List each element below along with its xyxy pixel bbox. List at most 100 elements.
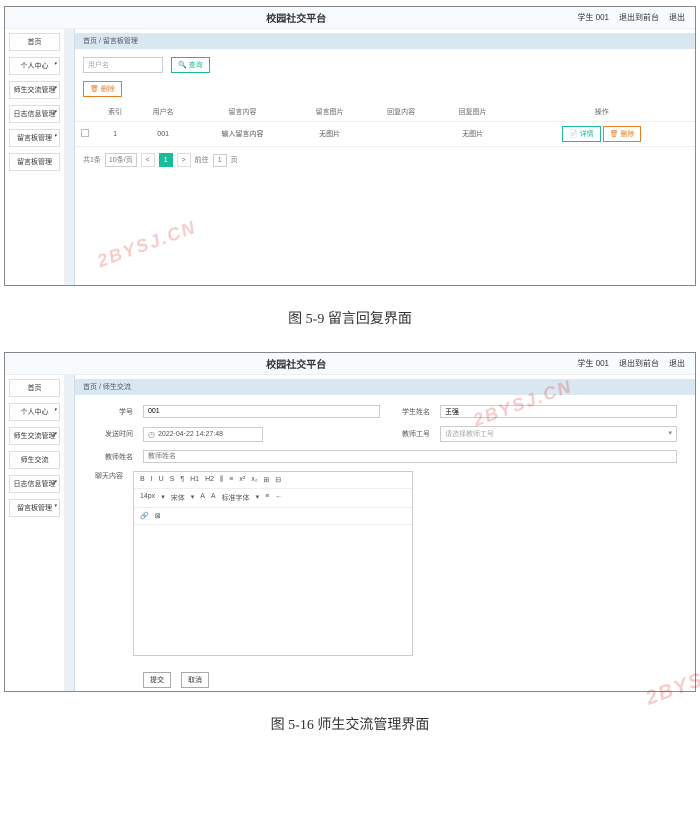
sidebar-item-home[interactable]: 首页	[9, 379, 60, 397]
exit-link[interactable]: 退出	[669, 12, 685, 23]
tb-underline[interactable]: U	[159, 476, 164, 484]
pager-goto-suf: 页	[231, 155, 238, 165]
search-button[interactable]: 🔍 查询	[171, 57, 210, 73]
tb-strike[interactable]: S	[170, 476, 175, 484]
col-msg: 留言内容	[191, 103, 294, 122]
delete-button[interactable]: 🗑 删除	[83, 81, 122, 97]
pager-goto-input[interactable]: 1	[213, 154, 227, 167]
content-area: 首页 / 师生交流 学号 学生姓名 发送时间 2022-04-22 14:27:…	[75, 353, 695, 691]
sidebar-item-log[interactable]: 日志信息管理	[9, 105, 60, 123]
label-content: 聊天内容	[93, 471, 133, 656]
sidebar-item-home[interactable]: 首页	[9, 33, 60, 51]
pager-goto-pre: 前往	[195, 155, 209, 165]
sidebar-item-board2[interactable]: 留言板管理	[9, 153, 60, 171]
tb-std-font[interactable]: 标准字体	[222, 493, 250, 503]
pager-size[interactable]: 10条/页	[105, 153, 137, 167]
figure-5-9: 校园社交平台 学生 001 退出到前台 退出 首页 个人中心 师生交流管理 日志…	[4, 6, 696, 286]
tb-image-icon[interactable]: ⊠	[155, 512, 161, 520]
row-checkbox[interactable]	[81, 129, 89, 137]
cell-msg: 输入留言内容	[191, 122, 294, 147]
search-input[interactable]: 用户名	[83, 57, 163, 73]
tb-sup[interactable]: x²	[239, 476, 245, 484]
tb-backcolor[interactable]: A	[211, 493, 216, 503]
app-title: 校园社交平台	[15, 10, 577, 25]
tb-sub[interactable]: x₂	[251, 476, 257, 484]
message-table: 索引 用户名 留言内容 留言图片 回复内容 回复图片 操作 1 001 输入留言…	[75, 103, 695, 147]
tb-p[interactable]: ¶	[180, 476, 184, 484]
label-sid: 学号	[93, 407, 133, 417]
sidebar-item-chat[interactable]: 师生交流管理	[9, 81, 60, 99]
tb-h2[interactable]: H2	[205, 476, 214, 484]
cell-index: 1	[95, 122, 135, 147]
tb-indent-in[interactable]: ⊞	[263, 476, 269, 484]
col-img: 留言图片	[294, 103, 366, 122]
cell-user: 001	[135, 122, 191, 147]
tb-h1[interactable]: H1	[190, 476, 199, 484]
col-index: 索引	[95, 103, 135, 122]
logout-link[interactable]: 退出到前台	[619, 12, 659, 23]
sidebar-item-profile[interactable]: 个人中心	[9, 57, 60, 75]
input-sname[interactable]	[440, 405, 677, 418]
tb-forecolor[interactable]: A	[200, 493, 205, 503]
tb-fontsize[interactable]: 14px	[140, 493, 155, 503]
breadcrumb: 首页 / 师生交流	[75, 379, 695, 395]
logout-link[interactable]: 退出到前台	[619, 358, 659, 369]
tb-justify[interactable]: ≡	[265, 493, 269, 503]
pager-prev[interactable]: <	[141, 153, 155, 167]
col-rimg: 回复图片	[437, 103, 509, 122]
label-tid: 教师工号	[390, 429, 430, 439]
col-actions: 操作	[508, 103, 695, 122]
select-tid[interactable]: 请选择教师工号	[440, 426, 677, 442]
table-row: 1 001 输入留言内容 无图片 无图片 📄 详情 🗑 删除	[75, 122, 695, 147]
submit-button[interactable]: 提交	[143, 672, 171, 688]
tb-fontfamily[interactable]: 宋体	[171, 493, 185, 503]
input-time[interactable]: 2022-04-22 14:27:48	[143, 427, 263, 442]
sidebar-item-profile[interactable]: 个人中心	[9, 403, 60, 421]
sidebar-item-board[interactable]: 留言板管理	[9, 499, 60, 517]
sidebar: 首页 个人中心 师生交流管理 日志信息管理 留言板管理 留言板管理	[5, 7, 65, 285]
cell-img: 无图片	[294, 122, 366, 147]
rich-text-editor[interactable]: B I U S ¶ H1 H2 ⫼ ≡ x² x₂ ⊞ ⊟	[133, 471, 413, 656]
breadcrumb: 首页 / 留言板管理	[75, 33, 695, 49]
app-header: 校园社交平台 学生 001 退出到前台 退出	[5, 7, 695, 29]
tb-italic[interactable]: I	[151, 476, 153, 484]
user-label[interactable]: 学生 001	[577, 12, 609, 23]
label-sname: 学生姓名	[390, 407, 430, 417]
editor-toolbar-1: B I U S ¶ H1 H2 ⫼ ≡ x² x₂ ⊞ ⊟	[134, 472, 412, 489]
chevron-down-icon[interactable]: ▾	[256, 493, 260, 503]
editor-toolbar-2: 14px ▾ 宋体 ▾ A A 标准字体 ▾ ≡ ←	[134, 489, 412, 508]
tb-bold[interactable]: B	[140, 476, 145, 484]
tb-link-icon[interactable]: 🔗	[140, 512, 149, 520]
cancel-button[interactable]: 取消	[181, 672, 209, 688]
pager-page-1[interactable]: 1	[159, 153, 173, 167]
app-header: 校园社交平台 学生 001 退出到前台 退出	[5, 353, 695, 375]
editor-toolbar-3: 🔗 ⊠	[134, 508, 412, 525]
label-tname: 教师姓名	[93, 452, 133, 462]
col-reply: 回复内容	[365, 103, 437, 122]
sidebar-item-log[interactable]: 日志信息管理	[9, 475, 60, 493]
tb-list[interactable]: ⫼	[220, 476, 223, 484]
chevron-down-icon[interactable]: ▾	[161, 493, 165, 503]
figure-caption-2: 图 5-16 师生交流管理界面	[0, 698, 700, 752]
input-tname[interactable]	[143, 450, 677, 463]
sidebar-item-chat[interactable]: 师生交流	[9, 451, 60, 469]
editor-body[interactable]	[134, 525, 412, 655]
user-label[interactable]: 学生 001	[577, 358, 609, 369]
tb-undo[interactable]: ←	[275, 493, 282, 503]
tb-align[interactable]: ≡	[229, 476, 233, 484]
row-delete-button[interactable]: 🗑 删除	[603, 126, 642, 142]
input-sid[interactable]	[143, 405, 380, 418]
cell-rimg: 无图片	[437, 122, 509, 147]
exit-link[interactable]: 退出	[669, 358, 685, 369]
table-header-row: 索引 用户名 留言内容 留言图片 回复内容 回复图片 操作	[75, 103, 695, 122]
tb-indent-out[interactable]: ⊟	[275, 476, 281, 484]
gutter	[65, 353, 75, 691]
pager-total: 共1条	[83, 155, 101, 165]
sidebar-item-board[interactable]: 留言板管理	[9, 129, 60, 147]
label-time: 发送时间	[93, 429, 133, 439]
pager-next[interactable]: >	[177, 153, 191, 167]
chevron-down-icon[interactable]: ▾	[191, 493, 195, 503]
clock-icon	[148, 430, 155, 439]
sidebar-item-chat-mgmt[interactable]: 师生交流管理	[9, 427, 60, 445]
row-detail-button[interactable]: 📄 详情	[562, 126, 601, 142]
